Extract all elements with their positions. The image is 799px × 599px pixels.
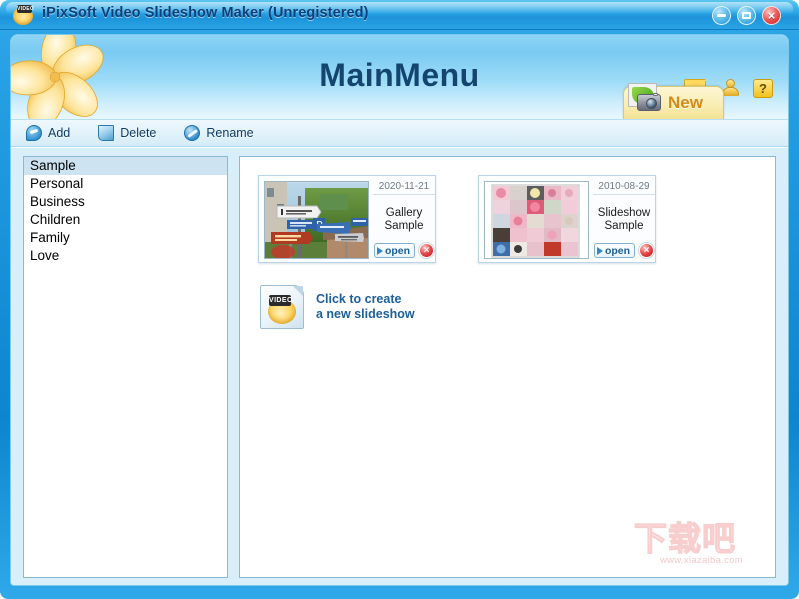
toolbar: Add Delete Rename (11, 119, 788, 147)
project-name-line2: Sample (384, 220, 424, 232)
rename-pencil-icon (184, 125, 201, 141)
maximize-icon (738, 7, 755, 24)
project-name-line1: Gallery (385, 207, 423, 219)
open-button-label: open (384, 244, 411, 257)
new-button-label: New (668, 93, 703, 112)
new-video-document-icon: VIDEO (260, 285, 304, 329)
window-title: iPixSoft Video Slideshow Maker (Unregist… (42, 5, 369, 21)
table-row[interactable]: P (258, 175, 436, 263)
sidebar-item-business[interactable]: Business (24, 193, 227, 211)
project-name: Slideshow Sample (593, 207, 655, 233)
project-date: 2020-11-21 (373, 179, 435, 195)
add-arrow-icon (26, 125, 42, 141)
help-question-mark: ? (753, 79, 773, 98)
app-icon: VIDEO (12, 4, 34, 26)
minimize-button[interactable] (712, 6, 731, 25)
delete-project-button[interactable]: × (639, 243, 655, 258)
watermark-characters: 下载吧 (633, 519, 736, 558)
table-row[interactable]: 2010-08-29 Slideshow Sample open × (478, 175, 656, 263)
close-button[interactable]: × (762, 6, 781, 25)
toolbar-add-label: Add (48, 126, 71, 140)
open-button-label: open (604, 244, 631, 257)
application-window: VIDEO iPixSoft Video Slideshow Maker (Un… (0, 0, 799, 599)
pink-collage-photo (485, 182, 588, 258)
sidebar-item-family[interactable]: Family (24, 229, 227, 247)
toolbar-delete-label: Delete (120, 126, 157, 140)
sidebar-item-personal[interactable]: Personal (24, 175, 227, 193)
project-name-line1: Slideshow (597, 207, 651, 219)
project-thumbnail[interactable] (484, 181, 589, 259)
arrow-right-icon (376, 246, 383, 255)
delete-page-icon (98, 125, 115, 141)
toolbar-rename-button[interactable]: Rename (181, 122, 256, 144)
photo-camera-icon (626, 81, 666, 115)
create-new-label: Click to create a new slideshow (316, 292, 415, 322)
project-info: 2020-11-21 Gallery Sample open × (373, 179, 435, 261)
project-name-line2: Sample (604, 220, 644, 232)
sidebar-item-love[interactable]: Love (24, 247, 227, 265)
project-date: 2010-08-29 (593, 179, 655, 195)
new-slideshow-button[interactable]: New (623, 83, 724, 119)
street-signs-photo: P (265, 182, 368, 258)
project-thumbnail[interactable]: P (264, 181, 369, 259)
project-name: Gallery Sample (373, 207, 435, 233)
arrow-right-icon (596, 246, 603, 255)
close-icon: × (767, 8, 776, 23)
content-area: Sample Personal Business Children Family… (11, 148, 788, 585)
toolbar-add-button[interactable]: Add (23, 122, 73, 144)
window-body: MainMenu ? New Add Delete Rename Sample … (10, 34, 789, 586)
create-new-line1: Click to create (316, 292, 402, 306)
project-actions: open × (373, 243, 435, 258)
delete-project-button[interactable]: × (419, 243, 435, 258)
projects-panel: P (239, 156, 776, 578)
sidebar-item-sample[interactable]: Sample (24, 157, 227, 175)
video-tag-icon: VIDEO (269, 295, 293, 306)
toolbar-delete-button[interactable]: Delete (95, 122, 159, 144)
category-list[interactable]: Sample Personal Business Children Family… (23, 156, 228, 578)
watermark: 下载吧 www.xiazaiba.com (633, 519, 769, 575)
maximize-button[interactable] (737, 6, 756, 25)
video-tag-icon: VIDEO (17, 5, 35, 13)
open-project-button[interactable]: open (593, 243, 636, 258)
help-icon[interactable]: ? (753, 79, 775, 99)
title-bar: VIDEO iPixSoft Video Slideshow Maker (Un… (0, 0, 799, 30)
create-new-line2: a new slideshow (316, 307, 415, 321)
minimize-icon (713, 7, 730, 24)
open-project-button[interactable]: open (373, 243, 416, 258)
create-new-slideshow-button[interactable]: VIDEO Click to create a new slideshow (260, 285, 415, 329)
toolbar-rename-label: Rename (206, 126, 254, 140)
sidebar-item-children[interactable]: Children (24, 211, 227, 229)
watermark-url: www.xiazaiba.com (660, 555, 743, 566)
project-actions: open × (593, 243, 655, 258)
project-info: 2010-08-29 Slideshow Sample open × (593, 179, 655, 261)
